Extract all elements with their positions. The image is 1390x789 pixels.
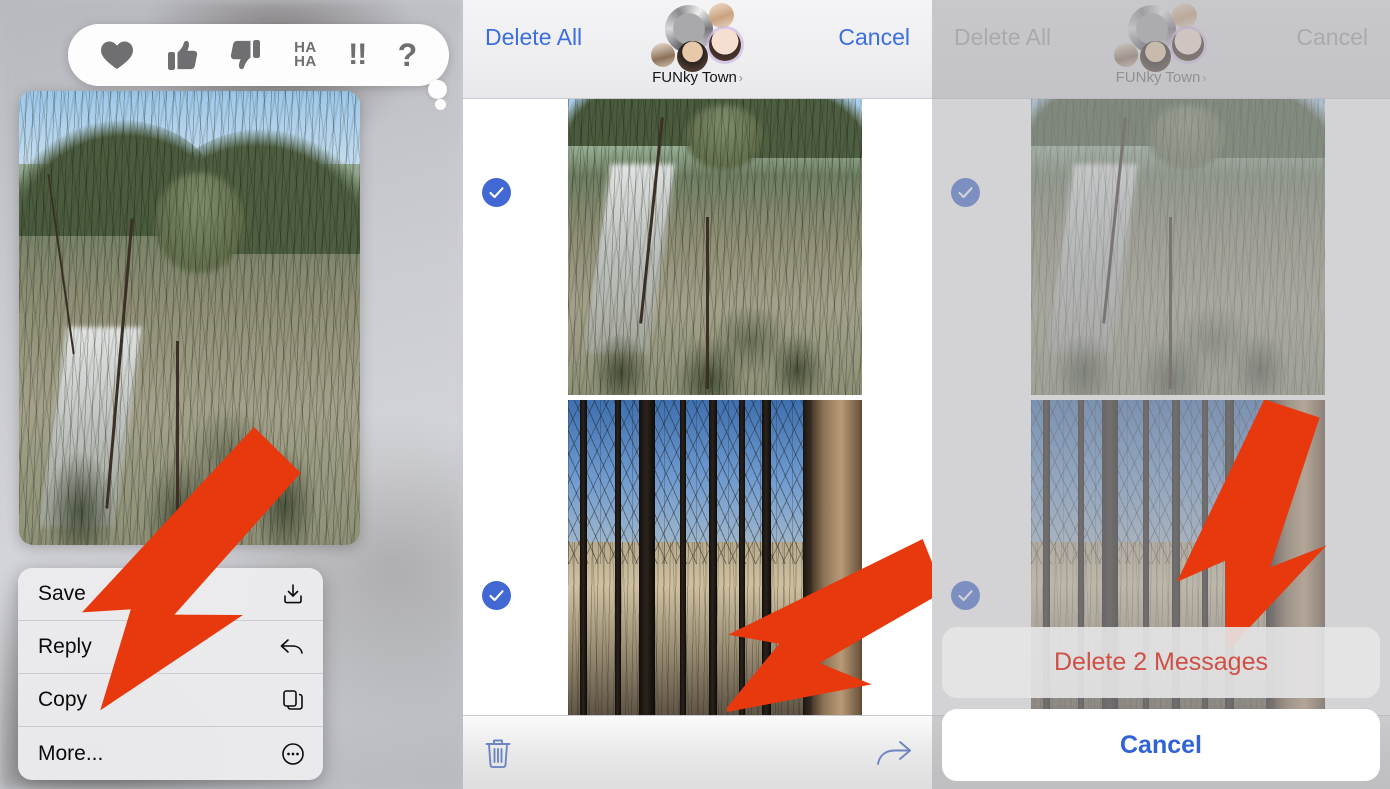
save-download-icon	[281, 582, 305, 606]
action-sheet-cancel-label: Cancel	[1120, 730, 1202, 759]
selection-checkmark[interactable]	[482, 581, 511, 610]
message-action-toolbar[interactable]	[463, 715, 932, 789]
message-list[interactable]	[463, 99, 932, 715]
group-avatar-cluster	[1106, 3, 1216, 72]
selection-checkmark	[951, 178, 980, 207]
avatar-member-2	[1172, 29, 1204, 61]
delete-all-button[interactable]: Delete All	[485, 24, 582, 51]
trash-icon[interactable]	[483, 736, 513, 770]
tutorial-screenshot: HA HA !! ? Save Reply Copy More... Delet…	[0, 0, 1390, 789]
selection-checkmark[interactable]	[482, 178, 511, 207]
cancel-button[interactable]: Cancel	[838, 24, 910, 51]
group-name-label: FUNky Town	[652, 69, 737, 86]
avatar-member-3	[650, 43, 675, 67]
select-messages-panel: Delete All Cancel FUNky Town ›	[463, 0, 932, 789]
delete-confirmation-panel: Delete All Cancel FUNky Town › Delete 2 …	[932, 0, 1390, 789]
avatar-member-4	[1140, 41, 1171, 72]
avatar-member-4	[676, 41, 708, 72]
navigation-header: Delete All Cancel FUNky Town ›	[463, 0, 932, 99]
reply-arrow-icon	[279, 635, 305, 659]
group-name-label: FUNky Town	[1115, 69, 1201, 86]
context-menu-label-save: Save	[38, 582, 86, 605]
message-photo[interactable]	[568, 400, 862, 715]
message-list	[932, 99, 1390, 715]
delete-messages-button[interactable]: Delete 2 Messages	[942, 627, 1380, 698]
bubble-tail-small	[435, 99, 446, 110]
question-icon[interactable]: ?	[398, 39, 418, 71]
avatar-member-3	[1114, 43, 1138, 67]
context-menu-item-copy[interactable]: Copy	[18, 674, 323, 727]
context-menu-item-more[interactable]: More...	[18, 727, 323, 780]
message-photo-bubble[interactable]	[19, 91, 360, 545]
selection-checkmark	[951, 581, 980, 610]
delete-action-sheet[interactable]: Delete 2 Messages Cancel	[942, 627, 1380, 781]
cancel-button: Cancel	[1296, 24, 1368, 50]
tapback-reaction-bar[interactable]: HA HA !! ?	[68, 24, 449, 86]
photo-gorge	[1031, 99, 1325, 395]
thumbs-down-icon[interactable]	[230, 39, 263, 71]
group-avatar-cluster[interactable]	[643, 3, 753, 72]
photo-gorge	[568, 99, 862, 395]
context-menu-label-copy: Copy	[38, 688, 88, 711]
heart-icon[interactable]	[100, 40, 134, 70]
delete-messages-label: Delete 2 Messages	[1053, 648, 1268, 676]
chevron-right-icon: ›	[1202, 71, 1207, 85]
bubble-tail-large	[428, 80, 447, 99]
copy-pages-icon	[281, 688, 305, 712]
forward-share-arrow-icon[interactable]	[876, 738, 912, 768]
chevron-right-icon: ›	[738, 71, 743, 85]
message-photo[interactable]	[568, 99, 862, 395]
delete-all-button: Delete All	[954, 24, 1052, 50]
avatar-member-1	[708, 3, 734, 28]
more-ellipsis-icon	[281, 742, 305, 766]
haha-icon[interactable]: HA HA	[294, 40, 317, 70]
context-menu-label-reply: Reply	[38, 635, 92, 658]
thumbs-up-icon[interactable]	[165, 39, 198, 71]
context-menu-item-reply[interactable]: Reply	[18, 621, 323, 674]
photo-forest	[568, 400, 862, 715]
message-context-menu-panel: HA HA !! ? Save Reply Copy More...	[0, 0, 463, 789]
group-name-button[interactable]: FUNky Town ›	[463, 69, 932, 86]
action-sheet-cancel-button[interactable]: Cancel	[942, 709, 1380, 781]
exclamation-icon[interactable]: !!	[348, 40, 367, 70]
navigation-header: Delete All Cancel FUNky Town ›	[932, 0, 1390, 99]
group-name-button: FUNky Town ›	[932, 69, 1390, 86]
context-menu-label-more: More...	[38, 741, 104, 765]
avatar-member-1	[1172, 3, 1197, 28]
avatar-member-2	[708, 29, 741, 61]
message-context-menu[interactable]: Save Reply Copy More...	[18, 568, 323, 780]
message-photo	[1031, 99, 1325, 395]
haha-line-2: HA	[294, 53, 317, 70]
context-menu-item-save[interactable]: Save	[18, 568, 323, 621]
photo-gorge	[19, 91, 360, 545]
